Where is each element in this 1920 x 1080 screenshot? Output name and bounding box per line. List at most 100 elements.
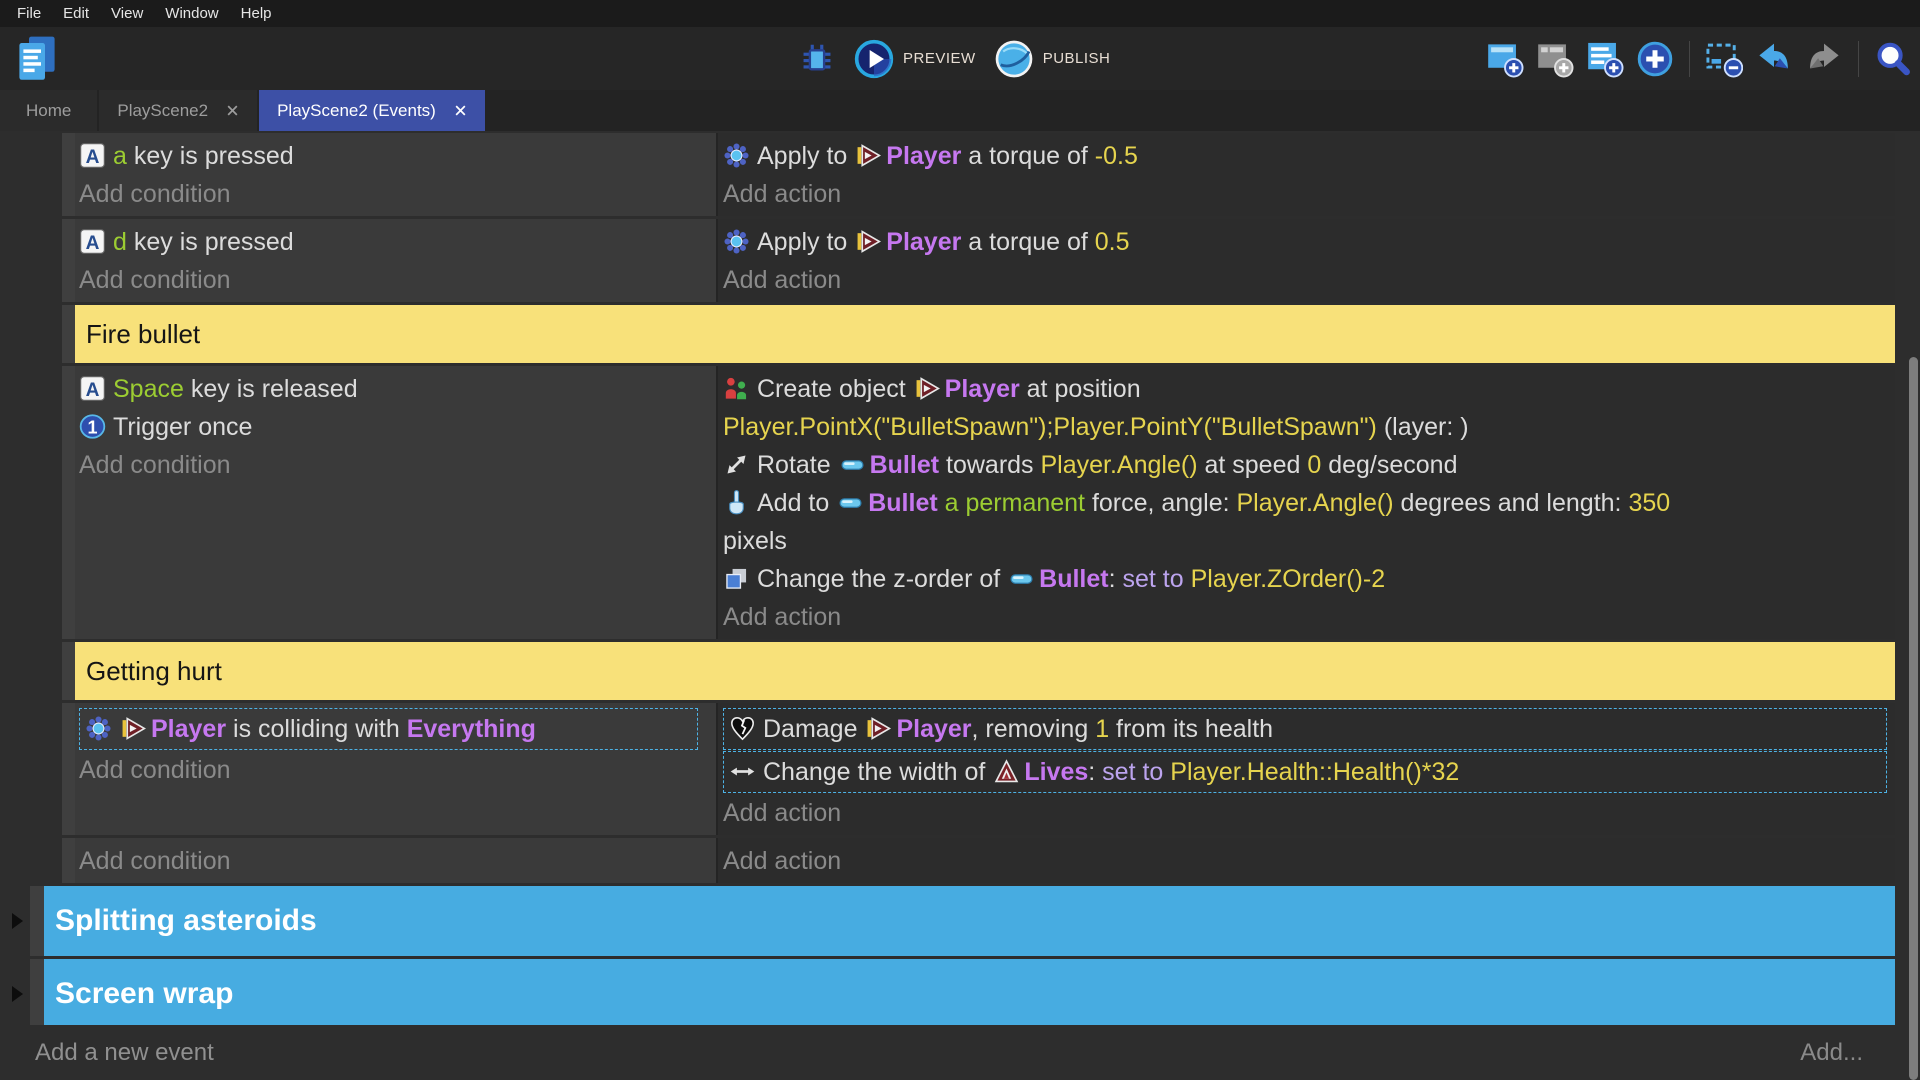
add-condition-button[interactable]: Add condition <box>79 751 710 789</box>
event-drag-handle[interactable] <box>62 838 75 883</box>
action-line[interactable]: Change the width of Lives: set to Player… <box>723 751 1887 793</box>
group-bar[interactable]: Splitting asteroids <box>44 886 1895 956</box>
redo-icon[interactable] <box>1803 37 1845 81</box>
add-action-button[interactable]: Add action <box>723 842 1887 880</box>
toolbar-separator <box>1689 41 1690 77</box>
actions-column: Create object Player at position Player.… <box>718 366 1895 639</box>
add-action-button[interactable]: Add action <box>723 175 1887 213</box>
tab-label: PlayScene2 <box>117 101 208 121</box>
text-segment: is colliding with <box>226 715 407 743</box>
text-segment: key is pressed <box>134 142 294 170</box>
text-segment: Change the width of <box>763 758 992 786</box>
event-drag-handle[interactable] <box>62 305 75 363</box>
tab-label: PlayScene2 (Events) <box>277 101 436 121</box>
text-segment: Bullet <box>868 489 937 517</box>
group-row: Screen wrap <box>0 959 1895 1025</box>
text-segment: a torque of <box>961 142 1094 170</box>
text-segment: at speed <box>1198 451 1308 479</box>
event-drag-handle[interactable] <box>30 886 44 956</box>
svg-text:A: A <box>86 233 100 254</box>
add-condition-button[interactable]: Add condition <box>79 261 710 299</box>
add-subevent-icon[interactable] <box>1534 37 1576 81</box>
condition-line[interactable]: 1Trigger once <box>79 408 710 446</box>
action-line[interactable]: Rotate Bullet towards Player.Angle() at … <box>723 446 1887 484</box>
condition-line[interactable]: Player is colliding with Everything <box>79 708 698 750</box>
publish-globe-icon <box>994 39 1034 79</box>
event-drag-handle[interactable] <box>62 133 75 216</box>
preview-label: PREVIEW <box>903 50 976 67</box>
add-comment-icon[interactable] <box>1584 37 1626 81</box>
remove-event-icon[interactable] <box>1703 37 1745 81</box>
event-drag-handle[interactable] <box>30 959 44 1025</box>
menu-item-file[interactable]: File <box>6 0 52 27</box>
text-segment: Player.ZOrder()-2 <box>1191 565 1385 593</box>
menu-item-view[interactable]: View <box>100 0 154 27</box>
text-segment: 1 <box>1095 715 1109 743</box>
menu-item-edit[interactable]: Edit <box>52 0 100 27</box>
text-segment: : <box>1109 565 1123 593</box>
close-icon[interactable] <box>454 104 467 117</box>
keyboard-key-icon: A <box>79 142 106 169</box>
add-event-icon[interactable] <box>1484 37 1526 81</box>
event-drag-handle[interactable] <box>62 642 75 700</box>
conditions-column: Player is colliding with EverythingAdd c… <box>75 703 718 835</box>
add-action-button[interactable]: Add action <box>723 261 1887 299</box>
create-object-icon <box>723 375 750 402</box>
add-condition-button[interactable]: Add condition <box>79 842 710 880</box>
add-more-link[interactable]: Add... <box>1800 1039 1863 1067</box>
vertical-scrollbar[interactable] <box>1909 357 1918 1080</box>
search-icon[interactable] <box>1872 37 1914 81</box>
action-line[interactable]: Damage Player, removing 1 from its healt… <box>723 708 1887 750</box>
comment-row: Fire bullet <box>0 305 1895 363</box>
event-drag-handle[interactable] <box>62 219 75 302</box>
tab-playscene2[interactable]: PlayScene2 <box>99 90 257 131</box>
add-action-button[interactable]: Add action <box>723 794 1887 832</box>
add-action-button[interactable]: Add action <box>723 598 1887 636</box>
group-gutter <box>0 886 30 956</box>
comment-bar[interactable]: Getting hurt <box>75 642 1895 700</box>
group-bar[interactable]: Screen wrap <box>44 959 1895 1025</box>
text-segment: force, angle: <box>1085 489 1236 517</box>
player-object-icon <box>856 141 881 166</box>
add-condition-button[interactable]: Add condition <box>79 175 710 213</box>
project-manager-button[interactable] <box>14 35 60 83</box>
actions-column: Damage Player, removing 1 from its healt… <box>718 703 1895 835</box>
debug-icon[interactable] <box>798 40 836 78</box>
close-icon[interactable] <box>226 104 239 117</box>
conditions-column: ASpace key is released1Trigger onceAdd c… <box>75 366 718 639</box>
action-line[interactable]: Apply to Player a torque of 0.5 <box>723 223 1887 261</box>
text-segment: Everything <box>407 715 536 743</box>
add-new-event-link[interactable]: Add a new event <box>35 1039 214 1067</box>
action-line[interactable]: Create object Player at position Player.… <box>723 370 1887 446</box>
menu-item-window[interactable]: Window <box>154 0 229 27</box>
condition-line[interactable]: ASpace key is released <box>79 370 710 408</box>
tab-playscene2-events[interactable]: PlayScene2 (Events) <box>259 90 485 131</box>
svg-text:1: 1 <box>87 417 97 437</box>
menu-item-help[interactable]: Help <box>230 0 283 27</box>
action-line[interactable]: Add to Bullet a permanent force, angle: … <box>723 484 1887 560</box>
group-collapse-arrow-icon[interactable] <box>12 986 23 1002</box>
tab-home[interactable]: Home <box>0 90 97 131</box>
comment-bar[interactable]: Fire bullet <box>75 305 1895 363</box>
event-drag-handle[interactable] <box>62 703 75 835</box>
action-line[interactable]: Apply to Player a torque of -0.5 <box>723 137 1887 175</box>
publish-button[interactable]: PUBLISH <box>994 39 1111 79</box>
lives-object-icon <box>994 757 1019 782</box>
actions-column: Apply to Player a torque of 0.5Add actio… <box>718 219 1895 302</box>
event-gutter <box>0 305 62 363</box>
add-new-icon[interactable] <box>1634 37 1676 81</box>
text-segment: deg/second <box>1321 451 1457 479</box>
player-object-icon <box>915 374 940 399</box>
event-gutter <box>0 219 62 302</box>
condition-line[interactable]: Ad key is pressed <box>79 223 710 261</box>
undo-icon[interactable] <box>1753 37 1795 81</box>
text-segment: Player <box>886 142 961 170</box>
add-condition-button[interactable]: Add condition <box>79 446 710 484</box>
event-drag-handle[interactable] <box>62 366 75 639</box>
text-segment: Player <box>896 715 971 743</box>
text-segment: Change the z-order of <box>757 565 1007 593</box>
action-line[interactable]: Change the z-order of Bullet: set to Pla… <box>723 560 1887 598</box>
preview-button[interactable]: PREVIEW <box>854 39 976 79</box>
condition-line[interactable]: Aa key is pressed <box>79 137 710 175</box>
group-collapse-arrow-icon[interactable] <box>12 913 23 929</box>
